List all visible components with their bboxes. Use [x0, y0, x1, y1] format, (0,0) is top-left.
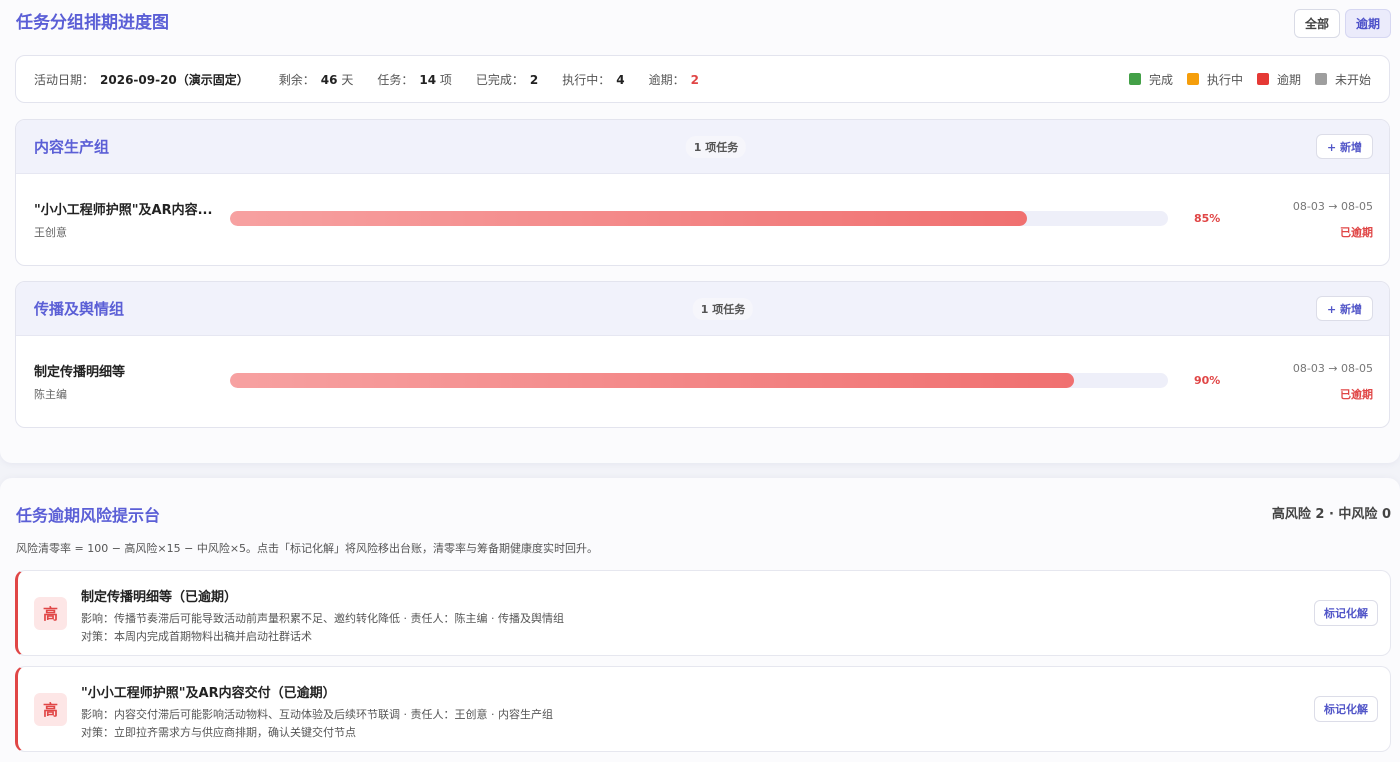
risk-impact: 影响：传播节奏滞后可能导致活动前声量积累不足、邀约转化降低 · 责任人：陈主编 …	[81, 612, 564, 625]
schedule-panel: 任务分组排期进度图 全部 逾期 活动日期： 2026-09-20（演示固定） 剩余…	[0, 0, 1400, 463]
stat-in-progress: 执行中： 4	[562, 72, 625, 87]
risk-name: 制定传播明细等（已逾期）	[81, 590, 238, 605]
risk-card: 高 "小小工程师护照"及AR内容交付（已逾期） 影响：内容交付滞后可能影响活动物…	[15, 666, 1391, 752]
add-task-button[interactable]: + 新增	[1315, 296, 1373, 321]
risk-panel-title: 任务逾期风险提示台	[16, 506, 161, 525]
task-row[interactable]: 制定传播明细等 陈主编 90% 08-03 → 08-05 已逾期	[16, 336, 1389, 427]
mark-resolved-button[interactable]: 标记化解	[1314, 696, 1378, 722]
stat-overdue: 逾期： 2	[648, 72, 700, 87]
risk-description: 风险清零率 = 100 − 高风险×15 − 中风险×5。点击「标记化解」将风险…	[16, 542, 599, 555]
group-name: 传播及舆情组	[34, 300, 125, 318]
progress-track	[230, 373, 1168, 388]
task-dates: 08-03 → 08-05	[1292, 362, 1373, 375]
add-task-button[interactable]: + 新增	[1315, 134, 1373, 159]
risk-card: 高 制定传播明细等（已逾期） 影响：传播节奏滞后可能导致活动前声量积累不足、邀约…	[15, 570, 1391, 656]
stat-done: 已完成： 2	[475, 72, 539, 87]
filter-buttons: 全部 逾期	[1293, 9, 1391, 38]
task-status-badge: 已逾期	[1340, 226, 1373, 239]
risk-summary: 高风险 2 · 中风险 0	[1271, 507, 1391, 522]
filter-overdue-button[interactable]: 逾期	[1344, 9, 1391, 38]
risk-impact: 影响：内容交付滞后可能影响活动物料、互动体验及后续环节联调 · 责任人：王创意 …	[81, 708, 553, 721]
legend-item-done: 完成	[1128, 71, 1173, 88]
legend-item-in-progress: 执行中	[1186, 71, 1243, 88]
mark-resolved-button[interactable]: 标记化解	[1314, 600, 1378, 626]
progress-track	[230, 211, 1168, 226]
stat-remaining: 剩余： 46 天	[278, 72, 354, 87]
progress-fill	[230, 211, 1028, 226]
task-dates: 08-03 → 08-05	[1292, 200, 1373, 213]
risk-name: "小小工程师护照"及AR内容交付（已逾期）	[81, 686, 336, 701]
stats-bar: 活动日期： 2026-09-20（演示固定） 剩余： 46 天 任务： 14 项 已完…	[15, 55, 1390, 103]
group-communication: 传播及舆情组 1 项任务 + 新增 制定传播明细等 陈主编 90% 08-03 …	[15, 281, 1390, 428]
progress-percent: 90%	[1194, 374, 1221, 387]
legend-swatch-done	[1128, 73, 1141, 85]
group-task-count: 1 项任务	[685, 135, 747, 158]
risk-level-badge: 高	[34, 693, 67, 726]
page-title: 任务分组排期进度图	[16, 13, 169, 33]
stat-tasks: 任务： 14 项	[377, 72, 452, 87]
task-status-badge: 已逾期	[1340, 388, 1373, 401]
legend-item-overdue: 逾期	[1256, 71, 1301, 88]
group-header: 传播及舆情组 1 项任务 + 新增	[16, 282, 1389, 336]
status-legend: 完成 执行中 逾期 未开始	[1128, 71, 1371, 88]
filter-all-button[interactable]: 全部	[1293, 9, 1340, 38]
progress-percent: 85%	[1194, 212, 1221, 225]
risk-level-badge: 高	[34, 597, 67, 630]
task-title: "小小工程师护照"及AR内容...	[34, 203, 213, 218]
group-content-production: 内容生产组 1 项任务 + 新增 "小小工程师护照"及AR内容... 王创意 8…	[15, 119, 1390, 266]
task-row[interactable]: "小小工程师护照"及AR内容... 王创意 85% 08-03 → 08-05 …	[16, 174, 1389, 265]
legend-swatch-in-progress	[1186, 73, 1199, 85]
risk-measure: 对策：立即拉齐需求方与供应商排期，确认关键交付节点	[81, 726, 356, 739]
legend-item-not-started: 未开始	[1314, 71, 1371, 88]
risk-panel: 任务逾期风险提示台 高风险 2 · 中风险 0 风险清零率 = 100 − 高风…	[0, 478, 1400, 762]
task-owner: 陈主编	[34, 388, 67, 401]
task-owner: 王创意	[34, 226, 67, 239]
group-name: 内容生产组	[34, 138, 110, 156]
legend-swatch-overdue	[1256, 73, 1269, 85]
stat-event-date: 活动日期： 2026-09-20（演示固定）	[34, 72, 249, 87]
group-task-count: 1 项任务	[692, 297, 754, 320]
task-title: 制定传播明细等	[34, 365, 126, 380]
risk-measure: 对策：本周内完成首期物料出稿并启动社群话术	[81, 630, 312, 643]
progress-fill	[230, 373, 1075, 388]
legend-swatch-not-started	[1314, 73, 1327, 85]
group-header: 内容生产组 1 项任务 + 新增	[16, 120, 1389, 174]
